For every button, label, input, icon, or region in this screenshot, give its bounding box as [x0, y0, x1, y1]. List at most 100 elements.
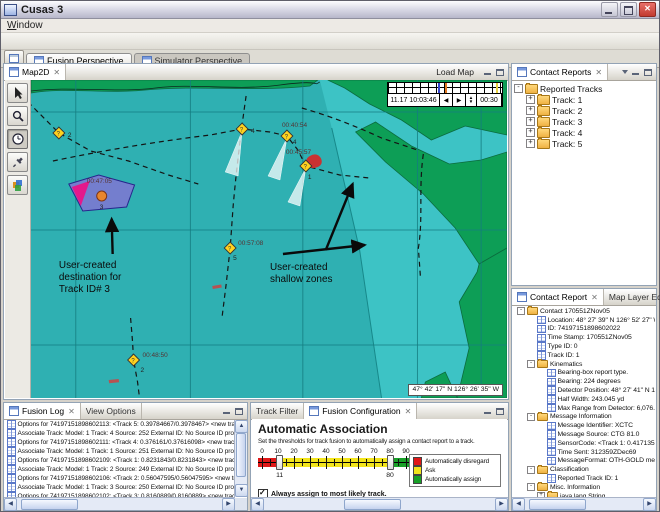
contact-tree-row[interactable]: Bearing-box report type. [515, 369, 655, 378]
tab-view-options[interactable]: View Options [81, 403, 142, 419]
vertical-scrollbar[interactable] [234, 420, 247, 497]
contact-tree-row[interactable]: Detector Position: 48° 27' 41" N 126° 52… [515, 386, 655, 395]
expander-icon[interactable]: - [517, 307, 525, 315]
tab-map2d[interactable]: Map2D [4, 64, 66, 80]
contact-tree-row[interactable]: - Misc. Information [515, 483, 655, 492]
tab-contact-reports[interactable]: Contact Reports [512, 64, 608, 80]
track-tree-row[interactable]: + Track: 5 [514, 138, 656, 149]
log-entry[interactable]: Options for 74197151898602113: <Track 5:… [5, 420, 234, 429]
maximize-view-icon[interactable] [644, 69, 652, 76]
log-entry[interactable]: Associate Track: Model: 1 Track: 3 Sourc… [5, 483, 234, 492]
tab-fusion-log[interactable]: Fusion Log [4, 403, 81, 419]
track-tree-row[interactable]: + Track: 1 [514, 94, 656, 105]
layers-tool-button[interactable] [7, 175, 28, 195]
track-tree-row[interactable]: + Track: 4 [514, 127, 656, 138]
contact-tree-row[interactable]: Time Sent: 312359ZDec69 [515, 448, 655, 457]
contact-tree-row[interactable]: ID: 74197151898602022 [515, 325, 655, 334]
expander-icon[interactable]: - [527, 413, 535, 421]
restore-button[interactable] [620, 2, 637, 17]
scroll-left-arrow[interactable] [251, 498, 264, 511]
minimize-view-icon[interactable] [484, 68, 492, 76]
close-icon[interactable] [68, 407, 75, 416]
contact-tree-row[interactable]: Message Identifier: XCTC [515, 421, 655, 430]
scroll-left-arrow[interactable] [4, 498, 17, 511]
expander-icon[interactable]: - [527, 483, 535, 491]
maximize-view-icon[interactable] [496, 69, 504, 76]
contact-tree-row[interactable]: Location: 48° 27' 39" N 126° 52' 27" W [515, 316, 655, 325]
log-entry[interactable]: Options for 74197151898602106: <Track 2:… [5, 474, 234, 483]
expander-icon[interactable]: - [527, 360, 535, 368]
scroll-down-arrow[interactable] [235, 484, 248, 497]
contact-tree-row[interactable]: SensorCode: <Track 1: 0.41713524/0.4171 [515, 439, 655, 448]
contact-tree-row[interactable]: Type ID: 0 [515, 342, 655, 351]
minimize-view-icon[interactable] [632, 68, 640, 76]
scrollbar-thumb[interactable] [344, 499, 401, 510]
contact-tree-row[interactable]: - Message Information [515, 413, 655, 422]
scroll-up-arrow[interactable] [235, 420, 248, 433]
expander-icon[interactable]: - [527, 466, 535, 474]
tab-track-filter[interactable]: Track Filter [251, 403, 304, 419]
step-forward-button[interactable]: ▶ [453, 94, 466, 106]
contact-tree-row[interactable]: Time Stamp: 170551ZNov05 [515, 333, 655, 342]
horizontal-scrollbar[interactable] [4, 497, 235, 510]
contact-tree-row[interactable]: - Contact 170551ZNov05 [515, 307, 655, 316]
map-canvas[interactable]: 00:47:05 3 ? 2 ? 4 ? 00:40:54 [31, 80, 507, 398]
view-menu-icon[interactable] [622, 70, 628, 74]
expander-icon[interactable]: + [526, 95, 535, 104]
time-slider[interactable] [388, 83, 502, 94]
interval-field[interactable]: 00:30 [477, 94, 502, 106]
contact-tree-row[interactable]: Max Range from Detector: 6,076.115 yd [515, 404, 655, 413]
log-entry[interactable]: Associate Track: Model: 1 Track: 4 Sourc… [5, 429, 234, 438]
scrollbar-thumb[interactable] [236, 433, 246, 477]
contact-tree-row[interactable]: Half Width: 243.045 yd [515, 395, 655, 404]
time-tool-button[interactable] [7, 129, 28, 149]
log-entry[interactable]: Options for 74197151898602111: <Track 4:… [5, 438, 234, 447]
expander-icon[interactable]: - [514, 84, 523, 93]
expander-icon[interactable]: + [526, 128, 535, 137]
minimize-button[interactable] [601, 2, 618, 17]
contact-tree-row[interactable]: Track ID: 1 [515, 351, 655, 360]
interval-spinner[interactable]: ▲▼ [466, 94, 477, 106]
scroll-right-arrow[interactable] [643, 498, 656, 511]
maximize-view-icon[interactable] [235, 408, 243, 415]
tree-root-row[interactable]: - Reported Tracks [514, 83, 656, 94]
load-map-button[interactable]: Load Map [430, 67, 480, 77]
scroll-right-arrow[interactable] [495, 498, 508, 511]
slider-handle-upper[interactable] [387, 455, 394, 470]
tab-contact-report[interactable]: Contact Report [512, 289, 604, 305]
scroll-left-arrow[interactable] [512, 498, 525, 511]
expander-icon[interactable]: + [526, 139, 535, 148]
scrollbar-thumb[interactable] [21, 499, 78, 510]
expander-icon[interactable]: + [526, 106, 535, 115]
expander-icon[interactable]: + [526, 117, 535, 126]
minimize-view-icon[interactable] [484, 407, 492, 415]
minimize-view-icon[interactable] [223, 407, 231, 415]
contact-tree-row[interactable]: Reported Track ID: 1 [515, 474, 655, 483]
close-icon[interactable] [53, 68, 60, 77]
contact-tree-row[interactable]: Message Source: CTG 81.0 [515, 430, 655, 439]
contact-tree-row[interactable]: Bearing: 224 degrees [515, 377, 655, 386]
tab-fusion-configuration[interactable]: Fusion Configuration [304, 403, 417, 419]
close-icon[interactable] [591, 293, 598, 302]
pointer-tool-button[interactable] [7, 83, 28, 103]
close-icon[interactable] [405, 407, 412, 416]
log-entry[interactable]: Associate Track: Model: 1 Track: 2 Sourc… [5, 465, 234, 474]
step-back-button[interactable]: ◀ [440, 94, 453, 106]
probe-tool-button[interactable] [7, 152, 28, 172]
track-tree-row[interactable]: + Track: 3 [514, 116, 656, 127]
contact-tree-row[interactable]: - Classification [515, 465, 655, 474]
log-entry[interactable]: Options for 74197151898602109: <Track 1:… [5, 456, 234, 465]
horizontal-scrollbar[interactable] [512, 497, 656, 510]
scroll-right-arrow[interactable] [222, 498, 235, 511]
maximize-view-icon[interactable] [496, 408, 504, 415]
track-tree-row[interactable]: + Track: 2 [514, 105, 656, 116]
slider-handle-lower[interactable] [276, 455, 283, 470]
horizontal-scrollbar[interactable] [251, 497, 508, 510]
tab-map-layer-editor[interactable]: Map Layer Editor [604, 289, 660, 305]
zoom-tool-button[interactable] [7, 106, 28, 126]
menu-window[interactable]: Window [1, 20, 49, 31]
scrollbar-thumb[interactable] [529, 499, 586, 510]
contact-tree-row[interactable]: - Kinematics [515, 360, 655, 369]
close-icon[interactable] [595, 68, 602, 77]
close-button[interactable] [639, 2, 656, 17]
